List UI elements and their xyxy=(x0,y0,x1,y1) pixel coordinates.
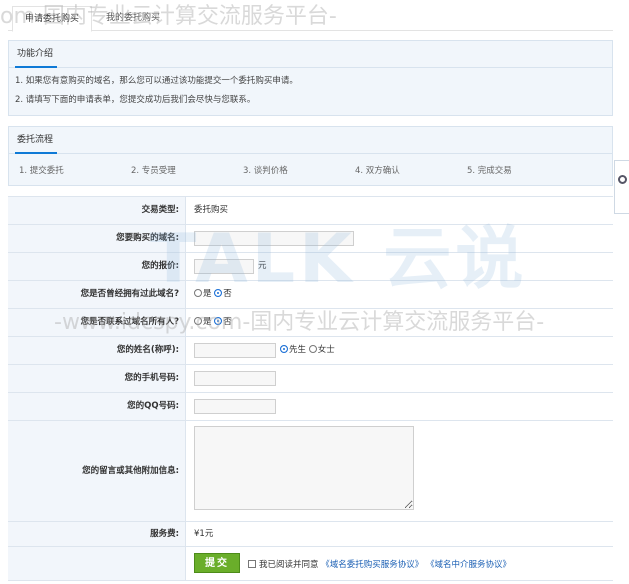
intro-line-1: 1. 如果您有意购买的域名，那么您可以通过该功能提交一个委托购买申请。 xyxy=(15,76,298,86)
name-label: 您的姓名(称呼): xyxy=(8,337,186,364)
row-submit: 提交 我已阅读并同意 《域名委托购买服务协议》 《域名中介服务协议》 xyxy=(8,547,613,581)
agree-text: 我已阅读并同意 xyxy=(259,560,319,570)
gender-mr-radio[interactable] xyxy=(280,345,288,353)
agreement-purchase-link[interactable]: 《域名委托购买服务协议》 xyxy=(321,560,423,570)
circle-icon xyxy=(618,175,627,184)
gender-mr-label: 先生 xyxy=(289,345,307,355)
row-fee: 服务费: ¥1元 xyxy=(8,522,613,547)
intro-line-2: 2. 请填写下面的申请表单，您提交成功后我们会尽快与您联系。 xyxy=(15,95,256,105)
submit-button[interactable]: 提交 xyxy=(194,553,240,573)
flow-title: 委托流程 xyxy=(17,135,54,145)
intro-panel: 功能介绍 1. 如果您有意购买的域名，那么您可以通过该功能提交一个委托购买申请。… xyxy=(8,40,613,116)
fee-label: 服务费: xyxy=(8,522,186,546)
qq-label: 您的QQ号码: xyxy=(8,393,186,420)
fee-value: ¥1元 xyxy=(194,529,214,539)
agreement-escrow-link[interactable]: 《域名中介服务协议》 xyxy=(426,560,511,570)
watermark-brand: TALK 云说 xyxy=(150,220,528,299)
flow-step-2: 2. 专员受理 xyxy=(131,166,176,176)
qq-input[interactable] xyxy=(194,399,276,414)
gender-ms-radio[interactable] xyxy=(308,345,317,353)
flow-step-4: 4. 双方确认 xyxy=(355,166,400,176)
intro-header: 功能介绍 xyxy=(9,41,612,68)
phone-input[interactable] xyxy=(194,371,276,386)
watermark-top: om-国内专业云计算交流服务平台- xyxy=(0,4,337,29)
flow-steps: 1. 提交委托 2. 专员受理 3. 谈判价格 4. 双方确认 5. 完成交易 xyxy=(9,154,612,184)
agree-checkbox[interactable] xyxy=(248,560,256,568)
row-message: 您的留言或其他附加信息: xyxy=(8,421,613,522)
flow-header: 委托流程 xyxy=(9,127,612,154)
message-textarea[interactable] xyxy=(194,426,414,510)
row-phone: 您的手机号码: xyxy=(8,365,613,393)
phone-label: 您的手机号码: xyxy=(8,365,186,392)
flow-step-1: 1. 提交委托 xyxy=(19,166,64,176)
name-input[interactable] xyxy=(194,343,276,358)
flow-step-5: 5. 完成交易 xyxy=(467,166,512,176)
gender-ms-label: 女士 xyxy=(317,345,335,355)
intro-underline xyxy=(15,66,57,68)
submit-label-cell xyxy=(8,547,186,580)
row-name: 您的姓名(称呼): 先生 女士 xyxy=(8,337,613,365)
flow-panel: 委托流程 1. 提交委托 2. 专员受理 3. 谈判价格 4. 双方确认 5. … xyxy=(8,126,613,186)
intro-title: 功能介绍 xyxy=(17,49,54,59)
watermark-mid: -www.idcspy.com-国内专业云计算交流服务平台- xyxy=(54,310,545,335)
agree-area: 我已阅读并同意 《域名委托购买服务协议》 《域名中介服务协议》 xyxy=(248,558,511,570)
flow-step-3: 3. 谈判价格 xyxy=(243,166,288,176)
side-float-tab[interactable] xyxy=(614,160,629,214)
row-qq: 您的QQ号码: xyxy=(8,393,613,421)
gender-options: 先生 女士 xyxy=(280,337,335,364)
message-label: 您的留言或其他附加信息: xyxy=(8,421,186,521)
